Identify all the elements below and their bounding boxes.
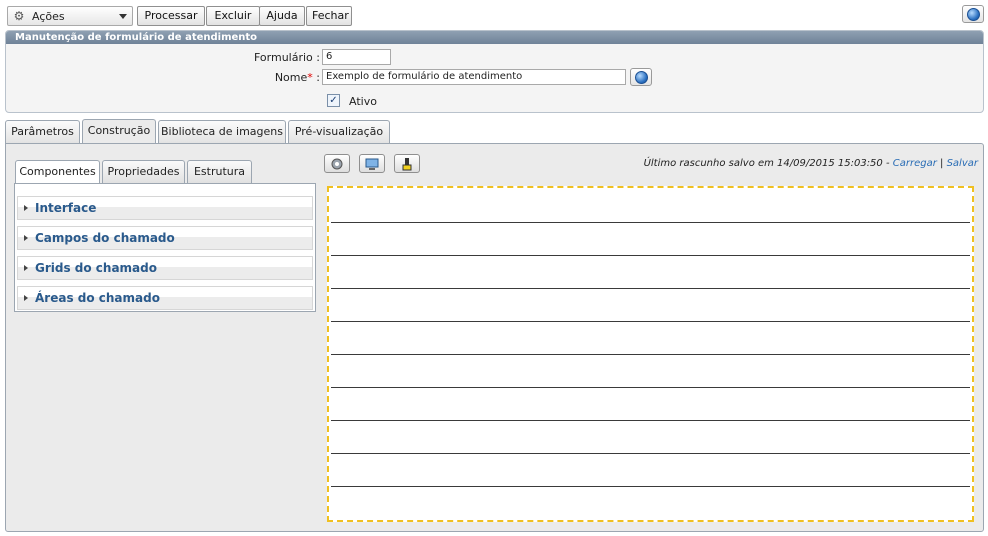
chevron-right-icon (24, 295, 28, 301)
chevron-down-icon (119, 13, 127, 19)
name-input[interactable]: Exemplo de formulário de atendimento (322, 69, 626, 85)
canvas-row-divider (331, 420, 970, 421)
required-marker: * (307, 71, 313, 84)
form-design-canvas[interactable] (327, 186, 974, 522)
gear-icon: ⚙ (13, 9, 25, 23)
active-checkbox[interactable]: ✓ (327, 94, 340, 107)
canvas-row-divider (331, 255, 970, 256)
load-link[interactable]: Carregar (893, 158, 937, 169)
translate-globe-icon[interactable] (630, 68, 652, 86)
tab-parameters[interactable]: Parâmetros (5, 120, 80, 143)
name-label: Nome* : (274, 71, 320, 84)
subtab-components[interactable]: Componentes (15, 160, 100, 184)
canvas-row-divider (331, 354, 970, 355)
draft-status: Último rascunho salvo em 14/09/2015 15:0… (560, 158, 978, 169)
accordion-interface[interactable]: Interface (17, 196, 313, 220)
chevron-right-icon (24, 265, 28, 271)
settings-tool-icon[interactable] (324, 154, 350, 173)
chevron-right-icon (24, 235, 28, 241)
tab-construction[interactable]: Construção (82, 119, 156, 143)
close-button[interactable]: Fechar (306, 6, 352, 26)
subtab-structure[interactable]: Estrutura (187, 160, 252, 183)
tab-image-library[interactable]: Biblioteca de imagens (158, 120, 286, 143)
accordion-areas[interactable]: Áreas do chamado (17, 286, 313, 310)
process-button[interactable]: Processar (137, 6, 205, 26)
help-button[interactable]: Ajuda (259, 6, 305, 26)
active-label: Ativo (349, 95, 377, 108)
canvas-row-divider (331, 288, 970, 289)
draft-text: Último rascunho salvo em 14/09/2015 15:0… (643, 158, 893, 169)
tab-preview[interactable]: Pré-visualização (288, 120, 390, 143)
cleanup-icon[interactable] (394, 154, 420, 173)
canvas-row-divider (331, 222, 970, 223)
accordion-grids[interactable]: Grids do chamado (17, 256, 313, 280)
link-separator: | (936, 158, 947, 169)
accordion-label: Interface (35, 201, 97, 215)
actions-select[interactable]: ⚙ Ações (7, 6, 133, 26)
accordion-label: Áreas do chamado (35, 291, 160, 305)
panel-title: Manutenção de formulário de atendimento (6, 31, 983, 44)
chevron-right-icon (24, 205, 28, 211)
form-label: Formulário : (254, 51, 320, 64)
actions-select-label: Ações (32, 9, 65, 23)
accordion-fields[interactable]: Campos do chamado (17, 226, 313, 250)
canvas-row-divider (331, 321, 970, 322)
canvas-row-divider (331, 387, 970, 388)
subtab-properties[interactable]: Propriedades (102, 160, 185, 183)
delete-button[interactable]: Excluir (206, 6, 260, 26)
globe-icon[interactable] (962, 5, 984, 23)
accordion-label: Campos do chamado (35, 231, 175, 245)
refresh-monitor-icon[interactable] (359, 154, 385, 173)
canvas-row-divider (331, 453, 970, 454)
save-link[interactable]: Salvar (947, 158, 978, 169)
form-id-input[interactable]: 6 (322, 49, 391, 65)
accordion-label: Grids do chamado (35, 261, 157, 275)
canvas-row-divider (331, 486, 970, 487)
components-panel: Interface Campos do chamado Grids do cha… (14, 183, 316, 312)
